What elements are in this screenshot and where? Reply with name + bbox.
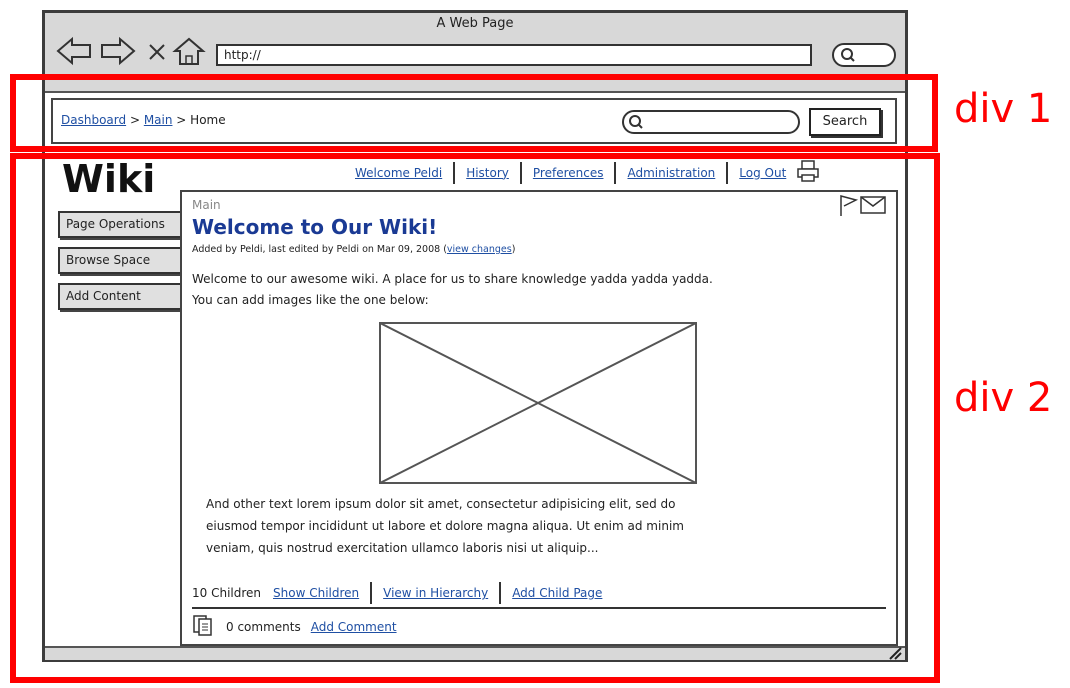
browser-search-field[interactable]: [832, 43, 896, 67]
div2-label: div 2: [954, 375, 1053, 421]
div2-highlight: [10, 153, 940, 683]
div1-label: div 1: [954, 86, 1053, 132]
close-x-icon[interactable]: [146, 38, 168, 72]
back-arrow-icon[interactable]: [56, 36, 92, 75]
div1-highlight: [10, 74, 938, 152]
magnifier-icon: [840, 47, 856, 67]
forward-arrow-icon[interactable]: [100, 36, 136, 75]
window-title: A Web Page: [436, 16, 514, 31]
home-icon[interactable]: [172, 36, 206, 75]
url-field[interactable]: http://: [216, 44, 812, 66]
